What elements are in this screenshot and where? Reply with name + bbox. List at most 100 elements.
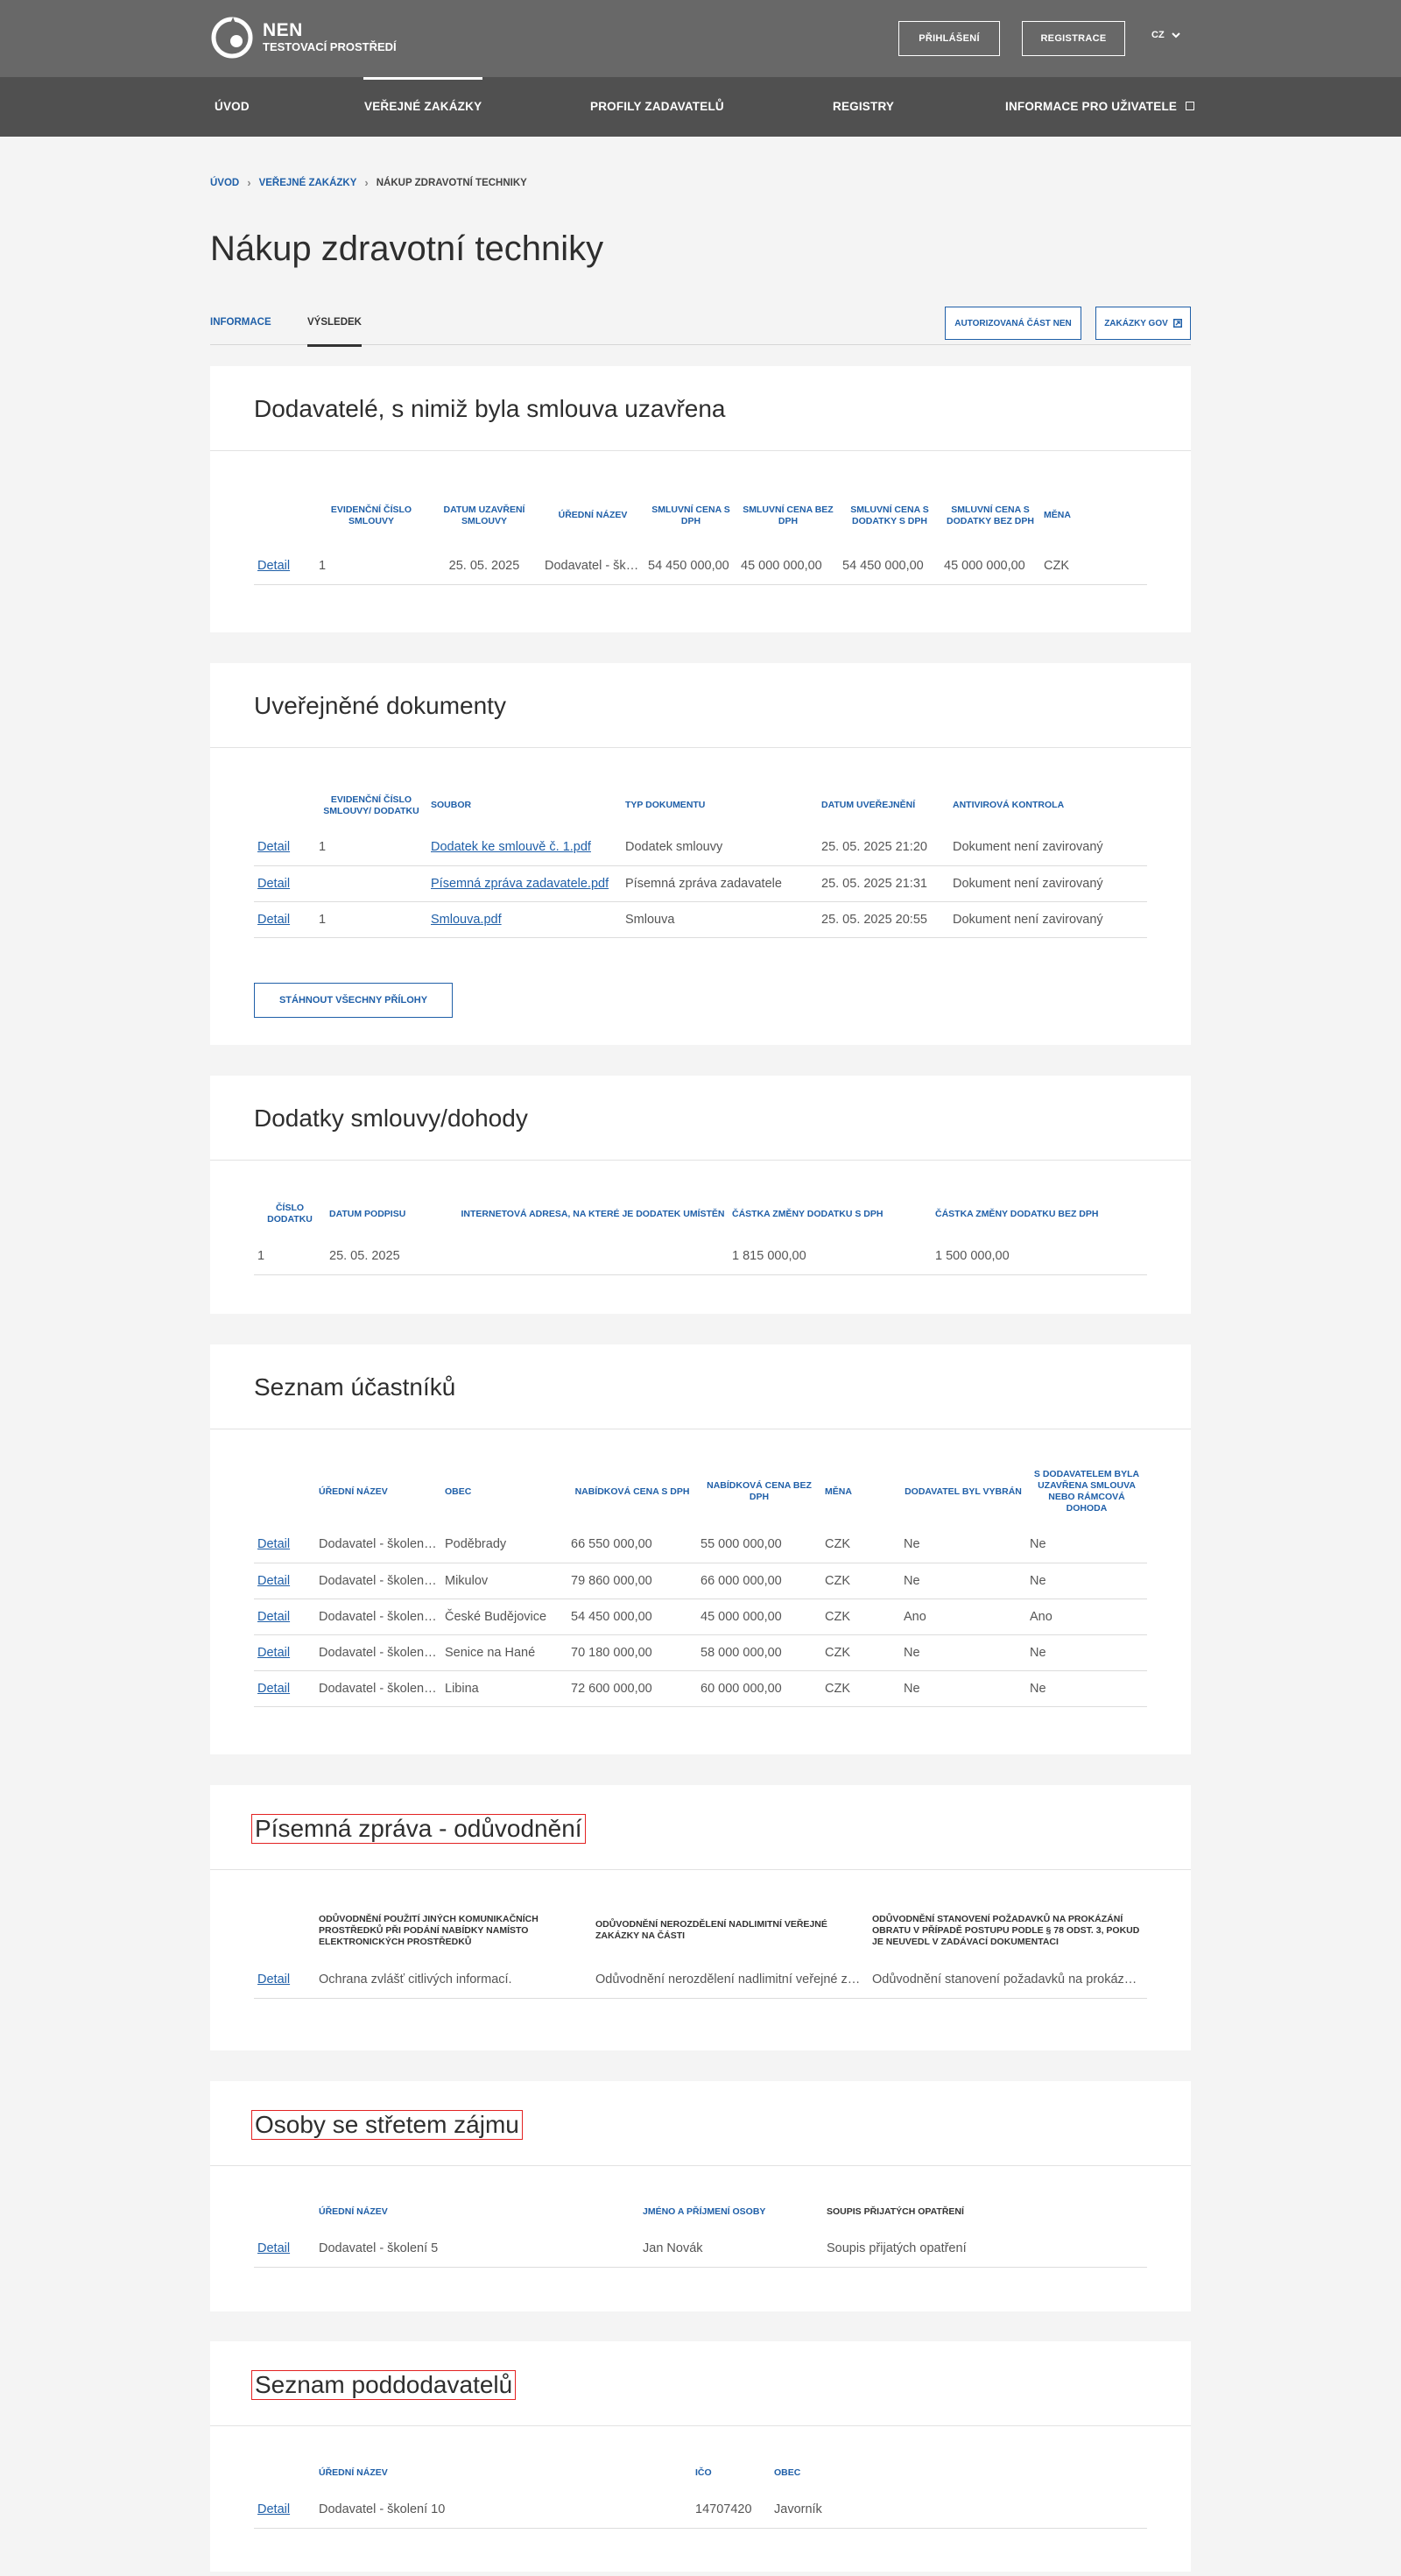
tab-informace[interactable]: INFORMACE [210, 317, 271, 328]
column-header[interactable]: S DODAVATELEM BYLA UZAVŘENA SMLOUVA NEBO… [1026, 1457, 1147, 1527]
detail-link[interactable]: Detail [257, 840, 290, 854]
detail-link[interactable]: Detail [257, 1682, 290, 1696]
table-cell: 25. 05. 2025 20:55 [818, 901, 949, 938]
detail-link[interactable]: Detail [257, 1646, 290, 1660]
breadcrumb-link-uvod[interactable]: ÚVOD [210, 178, 239, 188]
table-header-row: ČÍSLO DODATKU DATUM PODPISU INTERNETOVÁ … [254, 1189, 1147, 1239]
column-header[interactable]: TYP DOKUMENTU [622, 781, 818, 829]
table-row: Detail Ochrana zvlášť citlivých informac… [254, 1962, 1147, 1999]
file-link[interactable]: Dodatek ke smlouvě č. 1.pdf [431, 840, 591, 854]
column-header[interactable]: ČÁSTKA ZMĚNY DODATKU BEZ DPH [932, 1189, 1147, 1239]
column-header: ODŮVODNĚNÍ NEROZDĚLENÍ NADLIMITNÍ VEŘEJN… [595, 1919, 827, 1941]
authorized-part-button[interactable]: AUTORIZOVANÁ ČÁST NEN [945, 307, 1081, 340]
nav-item-registry[interactable]: REGISTRY [833, 77, 894, 137]
file-link[interactable]: Smlouva.pdf [431, 913, 502, 927]
column-header[interactable]: MĚNA [1040, 483, 1147, 548]
table-cell: Dodavatel - školení 5 [315, 1670, 441, 1707]
table-cell: 25. 05. 2025 21:31 [818, 865, 949, 902]
column-header[interactable]: ČÍSLO DODATKU [254, 1189, 326, 1239]
column-header[interactable]: OBEC [771, 2453, 1147, 2492]
divider [210, 747, 1191, 748]
column-header[interactable]: NABÍDKOVÁ CENA S DPH [567, 1457, 697, 1527]
table-cell: Smlouva [622, 901, 818, 938]
table-row: Detail Dodavatel - školení 5 Libina 72 6… [254, 1670, 1147, 1707]
table-cell: Dokument není zavirovaný [949, 901, 1147, 938]
nav-item-profily-zadavatelu[interactable]: PROFILY ZADAVATELŮ [590, 77, 724, 137]
table-cell: 54 450 000,00 [644, 548, 737, 585]
page-title: Nákup zdravotní techniky [210, 229, 604, 268]
detail-link[interactable]: Detail [257, 1610, 290, 1624]
column-header[interactable]: ČÁSTKA ZMĚNY DODATKU S DPH [729, 1189, 932, 1239]
table-cell: Písemná zpráva zadavatele [622, 865, 818, 902]
detail-link[interactable]: Detail [257, 877, 290, 891]
column-header[interactable]: DATUM PODPISU [326, 1189, 457, 1239]
detail-link[interactable]: Detail [257, 1973, 290, 1987]
documents-card: Uveřejněné dokumenty EVIDENČNÍ ČÍSLO SML… [210, 663, 1191, 1045]
table-cell: 70 180 000,00 [567, 1634, 697, 1671]
detail-link[interactable]: Detail [257, 2241, 290, 2255]
table-cell: Javorník [771, 2492, 1147, 2529]
column-header[interactable]: ÚŘEDNÍ NÁZEV [315, 1457, 441, 1527]
breadcrumb-link-verejne-zakazky[interactable]: VEŘEJNÉ ZAKÁZKY [259, 178, 357, 188]
column-header[interactable]: DATUM UZAVŘENÍ SMLOUVY [427, 483, 541, 548]
main-nav: ÚVOD VEŘEJNÉ ZAKÁZKY PROFILY ZADAVATELŮ … [0, 77, 1401, 137]
nav-item-informace-pro-uzivatele[interactable]: INFORMACE PRO UŽIVATELE [1005, 77, 1195, 137]
column-header[interactable]: SOUBOR [427, 781, 622, 829]
zakazky-gov-button[interactable]: ZAKÁZKY GOV [1095, 307, 1191, 340]
column-header[interactable]: IČO [692, 2453, 771, 2492]
detail-link[interactable]: Detail [257, 559, 290, 573]
detail-link[interactable]: Detail [257, 1574, 290, 1588]
column-header[interactable]: MĚNA [821, 1457, 900, 1527]
column-header[interactable]: ÚŘEDNÍ NÁZEV [541, 483, 644, 548]
column-header[interactable]: SMLUVNÍ CENA S DODATKY S DPH [839, 483, 940, 548]
column-header[interactable]: INTERNETOVÁ ADRESA, NA KTERÉ JE DODATEK … [457, 1189, 729, 1239]
column-header[interactable]: SMLUVNÍ CENA S DODATKY BEZ DPH [940, 483, 1040, 548]
table-header-row: ÚŘEDNÍ NÁZEV JMÉNO A PŘÍJMENÍ OSOBY SOUP… [254, 2192, 1147, 2231]
column-header[interactable]: DATUM UVEŘEJNĚNÍ [818, 781, 949, 829]
nav-item-uvod[interactable]: ÚVOD [215, 77, 250, 137]
contracts-title: Dodavatelé, s nimiž byla smlouva uzavřen… [254, 395, 726, 422]
nav-item-verejne-zakazky[interactable]: VEŘEJNÉ ZAKÁZKY [363, 77, 483, 137]
table-cell: 14707420 [692, 2492, 771, 2529]
table-row: Detail Dodavatel - školení 2 Senice na H… [254, 1634, 1147, 1671]
table-cell [315, 865, 427, 902]
column-header[interactable]: OBEC [441, 1457, 567, 1527]
amendments-title: Dodatky smlouvy/dohody [254, 1105, 528, 1132]
language-select[interactable]: CZ [1151, 30, 1180, 40]
file-link[interactable]: Písemná zpráva zadavatele.pdf [431, 877, 609, 891]
table-cell: Odůvodnění nerozdělení nadlimitní veřejn… [592, 1962, 869, 1999]
column-header[interactable]: DODAVATEL BYL VYBRÁN [900, 1457, 1026, 1527]
column-header[interactable]: JMÉNO A PŘÍJMENÍ OSOBY [639, 2192, 823, 2231]
contracts-card: Dodavatelé, s nimiž byla smlouva uzavřen… [210, 366, 1191, 632]
column-header[interactable]: ÚŘEDNÍ NÁZEV [315, 2453, 692, 2492]
table-header-row: EVIDENČNÍ ČÍSLO SMLOUVY DATUM UZAVŘENÍ S… [254, 483, 1147, 548]
detail-link[interactable]: Detail [257, 2502, 290, 2516]
table-cell: Poděbrady [441, 1527, 567, 1563]
detail-link[interactable]: Detail [257, 1537, 290, 1551]
column-header: SOUPIS PŘIJATÝCH OPATŘENÍ [827, 2205, 964, 2217]
table-cell: Ne [900, 1527, 1026, 1563]
column-header[interactable]: ANTIVIROVÁ KONTROLA [949, 781, 1147, 829]
column-header[interactable]: EVIDENČNÍ ČÍSLO SMLOUVY/ DODATKU [315, 781, 427, 829]
subcontractors-card: Seznam poddodavatelů ÚŘEDNÍ NÁZEV IČO OB… [210, 2341, 1191, 2572]
table-header-row: ODŮVODNĚNÍ POUŽITÍ JINÝCH KOMUNIKAČNÍCH … [254, 1899, 1147, 1962]
table-cell: 25. 05. 2025 21:20 [818, 829, 949, 866]
column-header[interactable]: NABÍDKOVÁ CENA BEZ DPH [697, 1457, 821, 1527]
conflict-card: Osoby se střetem zájmu ÚŘEDNÍ NÁZEV JMÉN… [210, 2081, 1191, 2311]
table-cell: Ano [900, 1599, 1026, 1635]
detail-link[interactable]: Detail [257, 913, 290, 927]
table-cell: Ne [1026, 1527, 1147, 1563]
column-header[interactable]: ÚŘEDNÍ NÁZEV [315, 2192, 639, 2231]
column-header[interactable]: SMLUVNÍ CENA S DPH [644, 483, 737, 548]
column-header[interactable]: SMLUVNÍ CENA BEZ DPH [737, 483, 839, 548]
nen-logo[interactable]: NEN TESTOVACÍ PROSTŘEDÍ [210, 16, 397, 60]
register-button[interactable]: REGISTRACE [1022, 21, 1125, 56]
tab-bar: INFORMACE VÝSLEDEK AUTORIZOVANÁ ČÁST NEN… [210, 305, 1191, 347]
amendments-card: Dodatky smlouvy/dohody ČÍSLO DODATKU DAT… [210, 1076, 1191, 1314]
table-cell: Libina [441, 1670, 567, 1707]
tab-vysledek[interactable]: VÝSLEDEK [307, 317, 362, 347]
download-all-button[interactable]: STÁHNOUT VŠECHNY PŘÍLOHY [254, 983, 453, 1018]
login-button[interactable]: PŘIHLÁŠENÍ [898, 21, 1000, 56]
nav-item-label: VEŘEJNÉ ZAKÁZKY [364, 100, 482, 113]
column-header[interactable]: EVIDENČNÍ ČÍSLO SMLOUVY [315, 483, 427, 548]
